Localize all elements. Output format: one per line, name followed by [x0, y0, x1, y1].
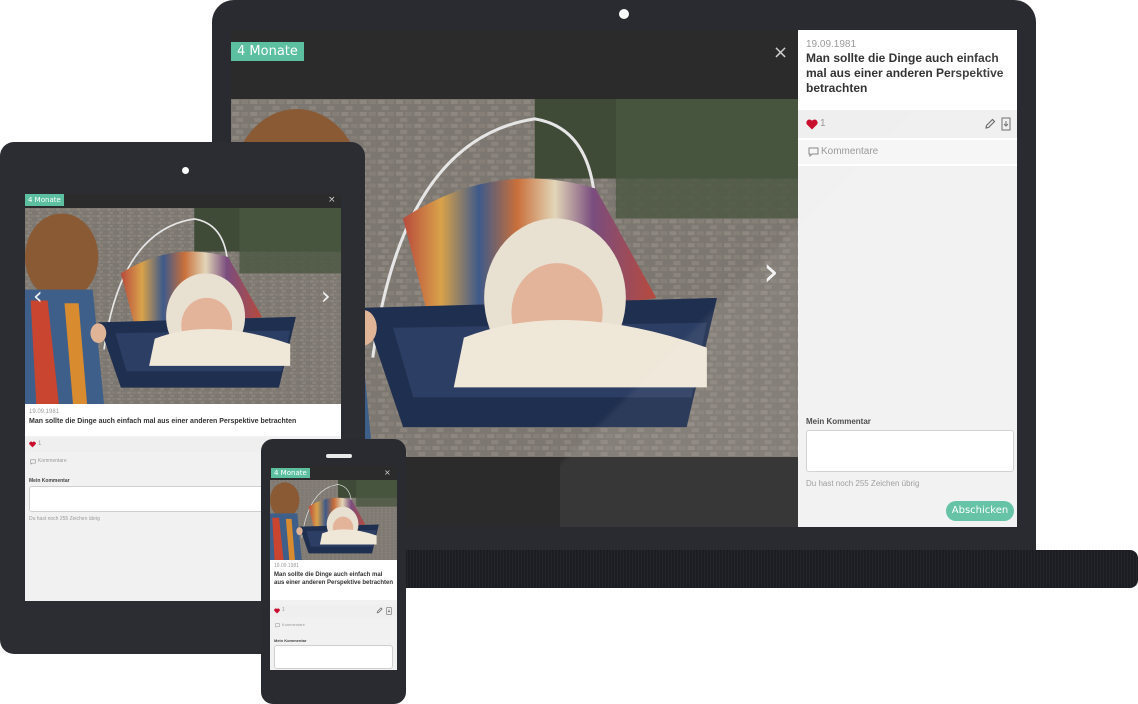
comments-label: Kommentare [38, 458, 67, 464]
phone-screen: 4 Monate × 19.09.1981 Man sollte die Din… [270, 466, 397, 670]
chevron-left-icon[interactable]: ‹ [33, 284, 43, 308]
download-icon[interactable] [386, 607, 392, 615]
comment-area: Mein Kommentar Du hast noch 255 Zeichen … [798, 166, 1017, 527]
comments-link[interactable]: Kommentare [798, 140, 1017, 164]
close-icon[interactable]: × [328, 196, 336, 205]
my-comment-label: Mein Kommentar [274, 638, 307, 643]
chevron-right-icon[interactable]: › [321, 284, 331, 308]
phone-speaker [326, 454, 352, 458]
photo [270, 480, 397, 560]
post-header: 19.09.1981 Man sollte die Dinge auch ein… [25, 404, 341, 436]
pencil-icon[interactable] [984, 118, 996, 130]
action-bar: 1 [270, 605, 397, 617]
comment-textarea[interactable] [274, 645, 393, 669]
likes-count: 1 [820, 118, 826, 129]
download-icon[interactable] [1001, 117, 1011, 131]
post-title: Man sollte die Dinge auch einfach mal au… [806, 51, 1004, 95]
tablet-camera [182, 167, 189, 174]
comment-textarea[interactable] [806, 430, 1014, 472]
likes-count: 1 [38, 441, 42, 447]
my-comment-label: Mein Kommentar [806, 417, 871, 426]
pencil-icon[interactable] [376, 607, 383, 614]
chevron-right-icon[interactable]: › [763, 252, 779, 292]
speech-bubble-icon [30, 459, 36, 465]
speech-bubble-icon [275, 623, 280, 628]
comments-link[interactable]: Kommentare [270, 621, 397, 631]
laptop-camera [619, 9, 629, 19]
age-tag: 4 Monate [25, 194, 64, 206]
chars-left: Du hast noch 255 Zeichen übrig [806, 479, 920, 488]
age-tag: 4 Monate [231, 42, 304, 61]
post-title: Man sollte die Dinge auch einfach mal au… [274, 572, 394, 586]
heart-icon[interactable] [29, 441, 36, 448]
comments-label: Kommentare [821, 146, 879, 157]
post-date: 19.09.1981 [806, 39, 857, 50]
age-tag: 4 Monate [271, 468, 310, 478]
submit-button[interactable]: Abschicken [946, 501, 1014, 521]
post-header: 19.09.1981 Man sollte die Dinge auch ein… [798, 30, 1017, 108]
post-sidebar: 19.09.1981 Man sollte die Dinge auch ein… [798, 30, 1017, 527]
comments-label: Kommentare [282, 622, 305, 627]
tablet-topbar [25, 194, 341, 208]
my-comment-label: Mein Kommentar [29, 478, 70, 484]
heart-icon[interactable] [274, 608, 280, 614]
chars-left: Du hast noch 255 Zeichen übrig [29, 516, 100, 522]
likes-count: 1 [282, 607, 285, 613]
photo [25, 208, 341, 404]
post-date: 19.09.1981 [29, 409, 60, 415]
heart-icon[interactable] [806, 119, 818, 130]
close-icon[interactable]: × [384, 469, 391, 477]
post-header: 19.09.1981 Man sollte die Dinge auch ein… [270, 560, 397, 600]
post-date: 19.09.1981 [274, 563, 300, 569]
action-bar: 1 [798, 110, 1017, 138]
post-title: Man sollte die Dinge auch einfach mal au… [29, 418, 297, 425]
speech-bubble-icon [808, 147, 819, 157]
close-icon[interactable]: × [773, 44, 788, 62]
